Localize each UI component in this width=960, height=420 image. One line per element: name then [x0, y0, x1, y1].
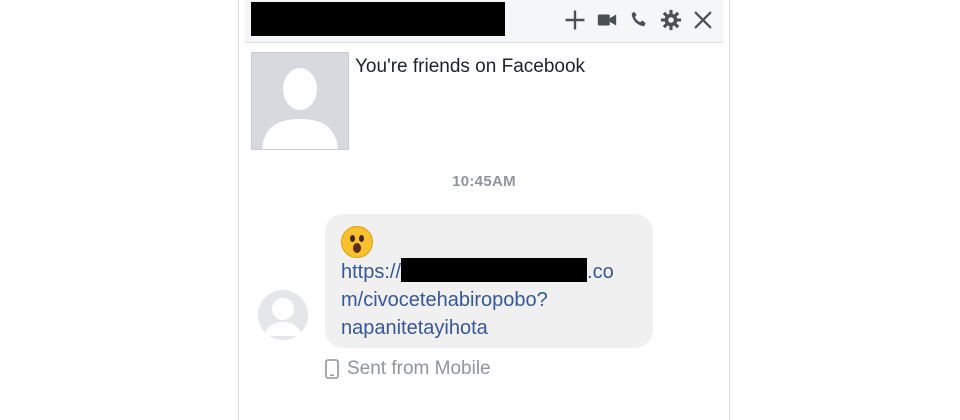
sender-avatar[interactable] [258, 290, 308, 340]
friends-notice: You're friends on Facebook [355, 56, 586, 77]
mobile-phone-icon [325, 359, 339, 379]
redacted-contact-name [251, 2, 505, 36]
message-timestamp: 10:45AM [452, 173, 516, 190]
gear-icon[interactable] [657, 6, 685, 34]
redacted-domain [401, 258, 588, 282]
message-bubble: https:// .co m/civocetehabiropobo? napani… [325, 214, 653, 348]
link-path: m/civocetehabiropobo? [341, 289, 548, 311]
video-camera-icon[interactable] [593, 6, 621, 34]
chat-window: You're friends on Facebook 10:45AM https… [238, 0, 730, 420]
link-prefix: https:// [341, 261, 402, 283]
chat-header [245, 0, 723, 43]
plus-icon[interactable] [561, 6, 589, 34]
message-link[interactable]: https:// .co m/civocetehabiropobo? napani… [341, 258, 641, 342]
sent-from-indicator: Sent from Mobile [325, 358, 491, 380]
phone-icon[interactable] [625, 6, 653, 34]
profile-picture[interactable] [251, 52, 349, 150]
sent-from-label: Sent from Mobile [347, 358, 491, 379]
link-query: napanitetayihota [341, 317, 488, 339]
close-icon[interactable] [689, 6, 717, 34]
link-suffix: .co [587, 261, 614, 283]
astonished-face-icon [341, 226, 373, 258]
header-actions [561, 6, 717, 34]
